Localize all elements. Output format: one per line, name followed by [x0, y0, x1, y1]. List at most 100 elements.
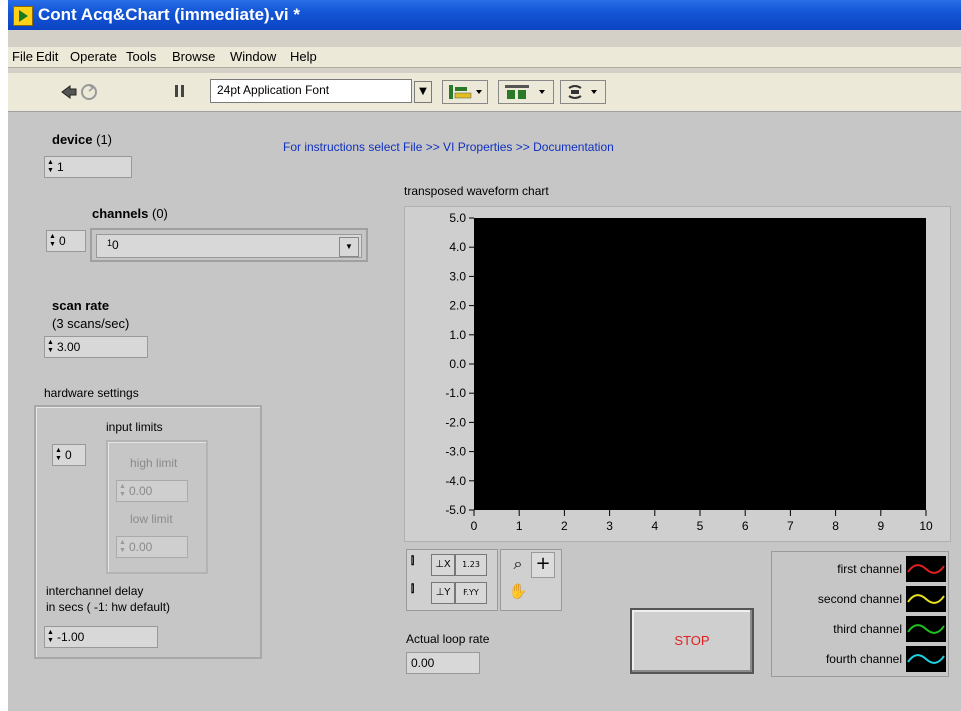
zoom-icon[interactable]: ⌕ [507, 554, 529, 576]
y-format-button[interactable]: F.YY [455, 582, 487, 604]
menu-file[interactable]: File [12, 49, 33, 64]
plot-legend: first channel second channel third chann… [771, 551, 949, 677]
x-tick-label: 6 [742, 519, 749, 533]
input-limits-index-value: 0 [65, 448, 72, 462]
menu-edit[interactable]: Edit [36, 49, 58, 64]
x-tick-label: 2 [561, 519, 568, 533]
channels-combo-box[interactable]: 10 ▼ [96, 234, 362, 258]
pan-hand-icon[interactable]: ✋ [507, 582, 529, 604]
y-tick-label: -4.0 [445, 474, 466, 488]
reorder-icon [568, 85, 597, 99]
input-limits-index[interactable]: ▲ ▼ 0 [52, 444, 86, 466]
interchannel-delay-sublabel: in secs ( -1: hw default) [46, 600, 171, 614]
distribute-objects-icon [505, 85, 545, 99]
window-title: Cont Acq&Chart (immediate).vi * [38, 5, 300, 24]
channels-value: 0 [112, 238, 119, 252]
interchannel-delay-label: interchannel delay [46, 584, 144, 598]
legend-label: first channel [837, 562, 902, 576]
scale-legend: ⫿ ⊥X 1.23 ⫿ ⊥Y F.YY [406, 549, 498, 611]
legend-label: third channel [833, 622, 902, 636]
font-ring[interactable]: 24pt Application Font [210, 79, 412, 103]
legend-item[interactable]: second channel [772, 584, 948, 614]
low-limit-label: low limit [130, 512, 173, 526]
low-limit-value: 0.00 [129, 540, 153, 554]
legend-label: fourth channel [825, 652, 902, 666]
legend-label: second channel [817, 592, 902, 606]
device-value: 1 [57, 160, 64, 174]
increment-decrement-arrows[interactable]: ▲ ▼ [47, 339, 54, 355]
distribute-objects-button[interactable] [498, 80, 554, 104]
high-limit-label: high limit [130, 456, 178, 470]
x-tick-label: 1 [516, 519, 523, 533]
x-tick-label: 0 [471, 519, 478, 533]
menu-window[interactable]: Window [230, 49, 276, 64]
x-autoscale-lock-icon[interactable]: ⫿ [411, 556, 433, 574]
low-limit-control[interactable]: ▲ ▼ 0.00 [116, 536, 188, 558]
menu-bar: File Edit Operate Tools Browse Window He… [8, 47, 961, 68]
index-arrows[interactable]: ▲ ▼ [55, 447, 62, 463]
high-limit-value: 0.00 [129, 484, 153, 498]
scan-rate-sublabel: (3 scans/sec) [52, 316, 130, 331]
cursor-crosshair-icon[interactable]: + [531, 552, 555, 578]
device-label: device (1) [52, 132, 112, 147]
labview-vi-icon [13, 6, 33, 26]
scan-rate-value: 3.00 [57, 340, 81, 354]
device-control[interactable]: ▲ ▼ 1 [44, 156, 132, 178]
actual-loop-rate-indicator: 0.00 [406, 652, 480, 674]
legend-item[interactable]: fourth channel [772, 644, 948, 674]
interchannel-delay-control[interactable]: ▲ ▼ -1.00 [44, 626, 158, 648]
menu-operate[interactable]: Operate [70, 49, 117, 64]
pause-button[interactable] [170, 80, 190, 104]
run-button[interactable] [56, 80, 100, 104]
x-tick-label: 9 [877, 519, 884, 533]
scan-rate-label: scan rate [52, 298, 110, 313]
legend-item[interactable]: first channel [772, 554, 948, 584]
pause-icon [175, 85, 184, 97]
y-tick-label: 3.0 [449, 269, 466, 283]
increment-decrement-arrows[interactable]: ▲ ▼ [47, 159, 54, 175]
run-icon [61, 84, 97, 100]
high-limit-control[interactable]: ▲ ▼ 0.00 [116, 480, 188, 502]
instructions-text: For instructions select File >> VI Prope… [283, 140, 614, 154]
menu-browse[interactable]: Browse [172, 49, 215, 64]
combo-dropdown-button[interactable]: ▼ [339, 237, 359, 257]
interchannel-delay-value: -1.00 [57, 630, 85, 644]
stop-button[interactable]: STOP [630, 608, 754, 674]
title-bar: Cont Acq&Chart (immediate).vi * [8, 0, 961, 30]
series-line-swatch [906, 646, 946, 672]
actual-loop-rate-label: Actual loop rate [406, 632, 490, 646]
x-autoscale-button[interactable]: ⊥X [431, 554, 455, 576]
y-tick-label: 2.0 [449, 299, 466, 313]
y-tick-label: -5.0 [445, 503, 466, 517]
series-line-swatch [906, 586, 946, 612]
series-line-swatch [906, 616, 946, 642]
menu-help[interactable]: Help [290, 49, 317, 64]
chart-title: transposed waveform chart [404, 184, 549, 198]
hardware-settings-label: hardware settings [44, 386, 139, 400]
front-panel: device (1) ▲ ▼ 1 channels (0) ▲ ▼ 0 10 ▼ s… [8, 112, 961, 711]
menu-tools[interactable]: Tools [126, 49, 156, 64]
increment-decrement-arrows: ▲ ▼ [119, 539, 126, 554]
increment-decrement-arrows[interactable]: ▲ ▼ [47, 629, 54, 645]
scan-rate-control[interactable]: ▲ ▼ 3.00 [44, 336, 148, 358]
y-autoscale-button[interactable]: ⊥Y [431, 582, 455, 604]
x-tick-label: 4 [651, 519, 658, 533]
input-limits-label: input limits [106, 420, 163, 434]
x-tick-label: 7 [787, 519, 794, 533]
channels-label: channels (0) [92, 206, 168, 221]
y-tick-label: -3.0 [445, 445, 466, 459]
y-autoscale-lock-icon[interactable]: ⫿ [411, 584, 433, 602]
legend-item[interactable]: third channel [772, 614, 948, 644]
x-tick-label: 3 [606, 519, 613, 533]
x-format-button[interactable]: 1.23 [455, 554, 487, 576]
align-objects-icon [449, 85, 482, 99]
font-dropdown-button[interactable]: ▼ [414, 81, 432, 103]
align-objects-button[interactable] [442, 80, 488, 104]
toolbar: 24pt Application Font ▼ [8, 73, 961, 112]
labview-window: Cont Acq&Chart (immediate).vi * File Edi… [8, 0, 961, 711]
channels-array-index[interactable]: ▲ ▼ 0 [46, 230, 86, 252]
reorder-button[interactable] [560, 80, 606, 104]
x-tick-label: 10 [919, 519, 933, 533]
index-arrows[interactable]: ▲ ▼ [49, 233, 56, 249]
y-tick-label: 4.0 [449, 240, 466, 254]
